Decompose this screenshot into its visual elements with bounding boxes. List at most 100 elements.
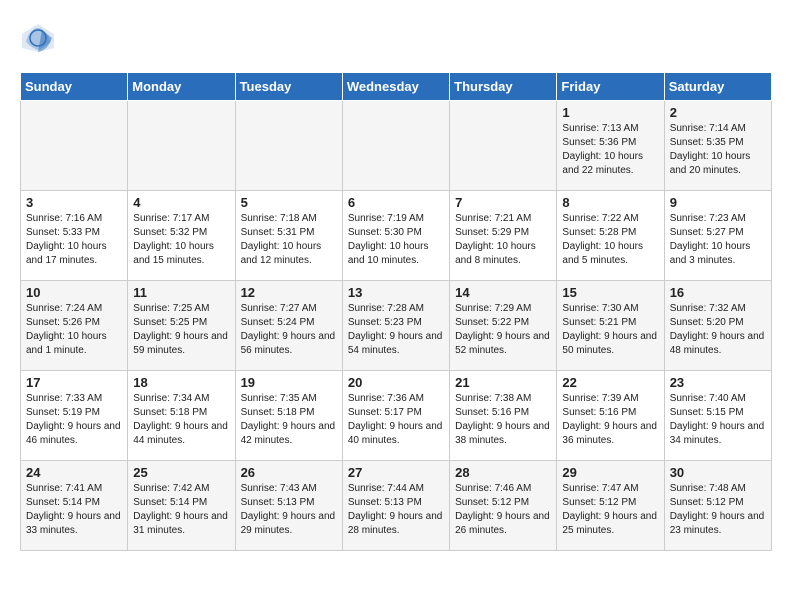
day-info: Daylight: 10 hours and 17 minutes.: [26, 240, 122, 268]
day-info: Sunset: 5:12 PM: [670, 496, 766, 510]
calendar-cell: 26Sunrise: 7:43 AMSunset: 5:13 PMDayligh…: [235, 461, 342, 551]
day-number: 27: [348, 465, 444, 480]
day-info: Sunset: 5:17 PM: [348, 406, 444, 420]
day-info: Sunset: 5:31 PM: [241, 226, 337, 240]
calendar-cell: 24Sunrise: 7:41 AMSunset: 5:14 PMDayligh…: [21, 461, 128, 551]
day-info: Sunset: 5:23 PM: [348, 316, 444, 330]
day-info: Sunrise: 7:22 AM: [562, 212, 658, 226]
day-info: Daylight: 10 hours and 12 minutes.: [241, 240, 337, 268]
day-info: Sunrise: 7:47 AM: [562, 482, 658, 496]
day-header-wednesday: Wednesday: [342, 73, 449, 101]
calendar-cell: 13Sunrise: 7:28 AMSunset: 5:23 PMDayligh…: [342, 281, 449, 371]
day-number: 30: [670, 465, 766, 480]
day-number: 7: [455, 195, 551, 210]
calendar-cell: 18Sunrise: 7:34 AMSunset: 5:18 PMDayligh…: [128, 371, 235, 461]
day-info: Sunset: 5:19 PM: [26, 406, 122, 420]
day-number: 20: [348, 375, 444, 390]
day-info: Sunrise: 7:23 AM: [670, 212, 766, 226]
calendar-cell: 25Sunrise: 7:42 AMSunset: 5:14 PMDayligh…: [128, 461, 235, 551]
day-info: Sunset: 5:24 PM: [241, 316, 337, 330]
day-info: Sunrise: 7:17 AM: [133, 212, 229, 226]
day-number: 26: [241, 465, 337, 480]
day-info: Daylight: 10 hours and 22 minutes.: [562, 150, 658, 178]
day-info: Sunset: 5:16 PM: [455, 406, 551, 420]
day-info: Sunset: 5:32 PM: [133, 226, 229, 240]
day-number: 21: [455, 375, 551, 390]
day-info: Sunrise: 7:35 AM: [241, 392, 337, 406]
day-number: 23: [670, 375, 766, 390]
day-info: Sunset: 5:13 PM: [241, 496, 337, 510]
day-number: 8: [562, 195, 658, 210]
day-info: Sunrise: 7:33 AM: [26, 392, 122, 406]
day-info: Sunrise: 7:39 AM: [562, 392, 658, 406]
day-info: Sunrise: 7:19 AM: [348, 212, 444, 226]
day-header-saturday: Saturday: [664, 73, 771, 101]
day-info: Daylight: 9 hours and 26 minutes.: [455, 510, 551, 538]
day-info: Sunrise: 7:41 AM: [26, 482, 122, 496]
calendar-cell: 29Sunrise: 7:47 AMSunset: 5:12 PMDayligh…: [557, 461, 664, 551]
calendar-cell: 5 Sunrise: 7:18 AMSunset: 5:31 PMDaylight…: [235, 191, 342, 281]
day-info: Daylight: 9 hours and 34 minutes.: [670, 420, 766, 448]
day-info: Sunset: 5:14 PM: [133, 496, 229, 510]
day-info: Sunrise: 7:24 AM: [26, 302, 122, 316]
calendar-cell: 10Sunrise: 7:24 AMSunset: 5:26 PMDayligh…: [21, 281, 128, 371]
calendar-cell: 14Sunrise: 7:29 AMSunset: 5:22 PMDayligh…: [450, 281, 557, 371]
day-info: Daylight: 9 hours and 59 minutes.: [133, 330, 229, 358]
day-info: Sunrise: 7:29 AM: [455, 302, 551, 316]
day-number: 4: [133, 195, 229, 210]
calendar-cell: 1Sunrise: 7:13 AMSunset: 5:36 PMDaylight…: [557, 101, 664, 191]
calendar-cell: 17Sunrise: 7:33 AMSunset: 5:19 PMDayligh…: [21, 371, 128, 461]
day-info: Daylight: 9 hours and 33 minutes.: [26, 510, 122, 538]
day-info: Daylight: 9 hours and 28 minutes.: [348, 510, 444, 538]
calendar-cell: [235, 101, 342, 191]
day-number: 19: [241, 375, 337, 390]
day-number: 25: [133, 465, 229, 480]
day-number: 17: [26, 375, 122, 390]
day-info: Sunset: 5:29 PM: [455, 226, 551, 240]
calendar-cell: 6Sunrise: 7:19 AMSunset: 5:30 PMDaylight…: [342, 191, 449, 281]
calendar-header-row: SundayMondayTuesdayWednesdayThursdayFrid…: [21, 73, 772, 101]
day-info: Sunrise: 7:18 AM: [241, 212, 337, 226]
day-info: Daylight: 10 hours and 3 minutes.: [670, 240, 766, 268]
day-info: Sunrise: 7:46 AM: [455, 482, 551, 496]
day-info: Daylight: 9 hours and 56 minutes.: [241, 330, 337, 358]
day-info: Sunrise: 7:48 AM: [670, 482, 766, 496]
day-number: 5: [241, 195, 337, 210]
day-info: Daylight: 10 hours and 1 minute.: [26, 330, 122, 358]
day-info: Sunrise: 7:43 AM: [241, 482, 337, 496]
calendar-cell: 3Sunrise: 7:16 AMSunset: 5:33 PMDaylight…: [21, 191, 128, 281]
day-info: Daylight: 9 hours and 50 minutes.: [562, 330, 658, 358]
day-info: Daylight: 9 hours and 42 minutes.: [241, 420, 337, 448]
day-number: 13: [348, 285, 444, 300]
day-info: Sunset: 5:27 PM: [670, 226, 766, 240]
calendar-cell: [450, 101, 557, 191]
day-number: 15: [562, 285, 658, 300]
day-info: Sunset: 5:33 PM: [26, 226, 122, 240]
day-info: Sunset: 5:30 PM: [348, 226, 444, 240]
day-info: Daylight: 9 hours and 48 minutes.: [670, 330, 766, 358]
day-info: Sunset: 5:14 PM: [26, 496, 122, 510]
day-info: Sunrise: 7:25 AM: [133, 302, 229, 316]
day-info: Sunset: 5:16 PM: [562, 406, 658, 420]
day-info: Daylight: 9 hours and 36 minutes.: [562, 420, 658, 448]
calendar-cell: 7Sunrise: 7:21 AMSunset: 5:29 PMDaylight…: [450, 191, 557, 281]
day-info: Sunset: 5:28 PM: [562, 226, 658, 240]
day-number: 3: [26, 195, 122, 210]
calendar-week-row: 10Sunrise: 7:24 AMSunset: 5:26 PMDayligh…: [21, 281, 772, 371]
day-number: 10: [26, 285, 122, 300]
calendar-week-row: 1Sunrise: 7:13 AMSunset: 5:36 PMDaylight…: [21, 101, 772, 191]
day-info: Sunset: 5:36 PM: [562, 136, 658, 150]
day-header-tuesday: Tuesday: [235, 73, 342, 101]
day-info: Sunset: 5:18 PM: [133, 406, 229, 420]
calendar-cell: 19Sunrise: 7:35 AMSunset: 5:18 PMDayligh…: [235, 371, 342, 461]
day-info: Sunset: 5:20 PM: [670, 316, 766, 330]
day-info: Sunrise: 7:42 AM: [133, 482, 229, 496]
day-info: Sunset: 5:12 PM: [455, 496, 551, 510]
logo-icon: [20, 20, 56, 56]
day-info: Daylight: 10 hours and 8 minutes.: [455, 240, 551, 268]
day-info: Sunrise: 7:36 AM: [348, 392, 444, 406]
day-info: Sunrise: 7:44 AM: [348, 482, 444, 496]
day-info: Daylight: 9 hours and 38 minutes.: [455, 420, 551, 448]
day-info: Sunrise: 7:38 AM: [455, 392, 551, 406]
calendar-week-row: 24Sunrise: 7:41 AMSunset: 5:14 PMDayligh…: [21, 461, 772, 551]
